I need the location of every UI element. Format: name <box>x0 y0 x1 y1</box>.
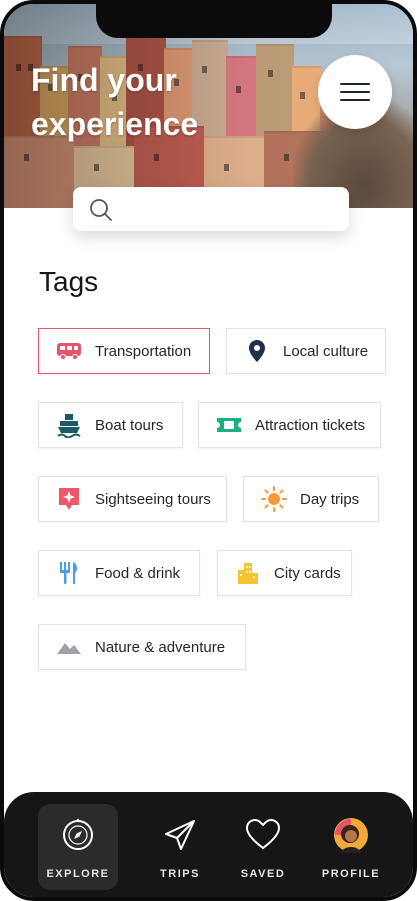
bus-icon <box>56 338 82 364</box>
compass-icon <box>59 816 97 854</box>
tag-label: Boat tours <box>95 416 164 434</box>
nav-explore[interactable]: EXPLORE <box>38 804 118 890</box>
tag-label: City cards <box>274 564 341 582</box>
sun-icon <box>261 486 287 512</box>
tag-local-culture[interactable]: Local culture <box>226 328 386 374</box>
tag-boat-tours[interactable]: Boat tours <box>38 402 183 448</box>
heart-icon <box>244 816 282 854</box>
search-bar[interactable] <box>73 187 349 231</box>
nav-label: TRIPS <box>160 868 200 880</box>
search-icon <box>90 199 112 221</box>
tag-label: Nature & adventure <box>95 638 226 656</box>
paper-plane-icon <box>161 816 199 854</box>
tag-city-cards[interactable]: City cards <box>217 550 352 596</box>
tag-day-trips[interactable]: Day trips <box>243 476 379 522</box>
avatar <box>332 816 370 854</box>
tag-label: Day trips <box>300 490 360 508</box>
mountain-icon <box>56 634 82 660</box>
location-pin-icon <box>244 338 270 364</box>
ship-icon <box>56 412 82 438</box>
tag-food-drink[interactable]: Food & drink <box>38 550 200 596</box>
nav-label: SAVED <box>240 868 286 880</box>
menu-button[interactable] <box>318 55 392 129</box>
page-title: Find your experience <box>31 62 199 142</box>
nav-saved[interactable]: SAVED <box>223 804 303 890</box>
tag-sightseeing-tours[interactable]: Sightseeing tours <box>38 476 227 522</box>
hamburger-icon <box>340 83 370 85</box>
search-input[interactable] <box>121 197 335 223</box>
tag-transportation[interactable]: Transportation <box>38 328 210 374</box>
tag-label: Sightseeing tours <box>95 490 211 508</box>
tag-label: Transportation <box>95 342 192 360</box>
fork-knife-icon <box>56 560 82 586</box>
nav-trips[interactable]: TRIPS <box>140 804 220 890</box>
tag-nature-adventure[interactable]: Nature & adventure <box>38 624 246 670</box>
tags-heading: Tags <box>39 266 99 297</box>
ticket-icon <box>216 412 242 438</box>
sparkle-pin-icon <box>56 486 82 512</box>
tag-label: Local culture <box>283 342 369 360</box>
notch <box>96 4 332 38</box>
tag-attraction-tickets[interactable]: Attraction tickets <box>198 402 381 448</box>
nav-label: EXPLORE <box>46 868 110 880</box>
city-buildings-icon <box>235 560 261 586</box>
phone-frame: Find your experience Tags Transportation <box>0 0 417 901</box>
tag-label: Food & drink <box>95 564 181 582</box>
nav-label: PROFILE <box>321 868 381 880</box>
bottom-nav: EXPLORE TRIPS SAVED PROFILE <box>4 792 413 897</box>
tag-label: Attraction tickets <box>255 416 366 434</box>
nav-profile[interactable]: PROFILE <box>311 804 391 890</box>
